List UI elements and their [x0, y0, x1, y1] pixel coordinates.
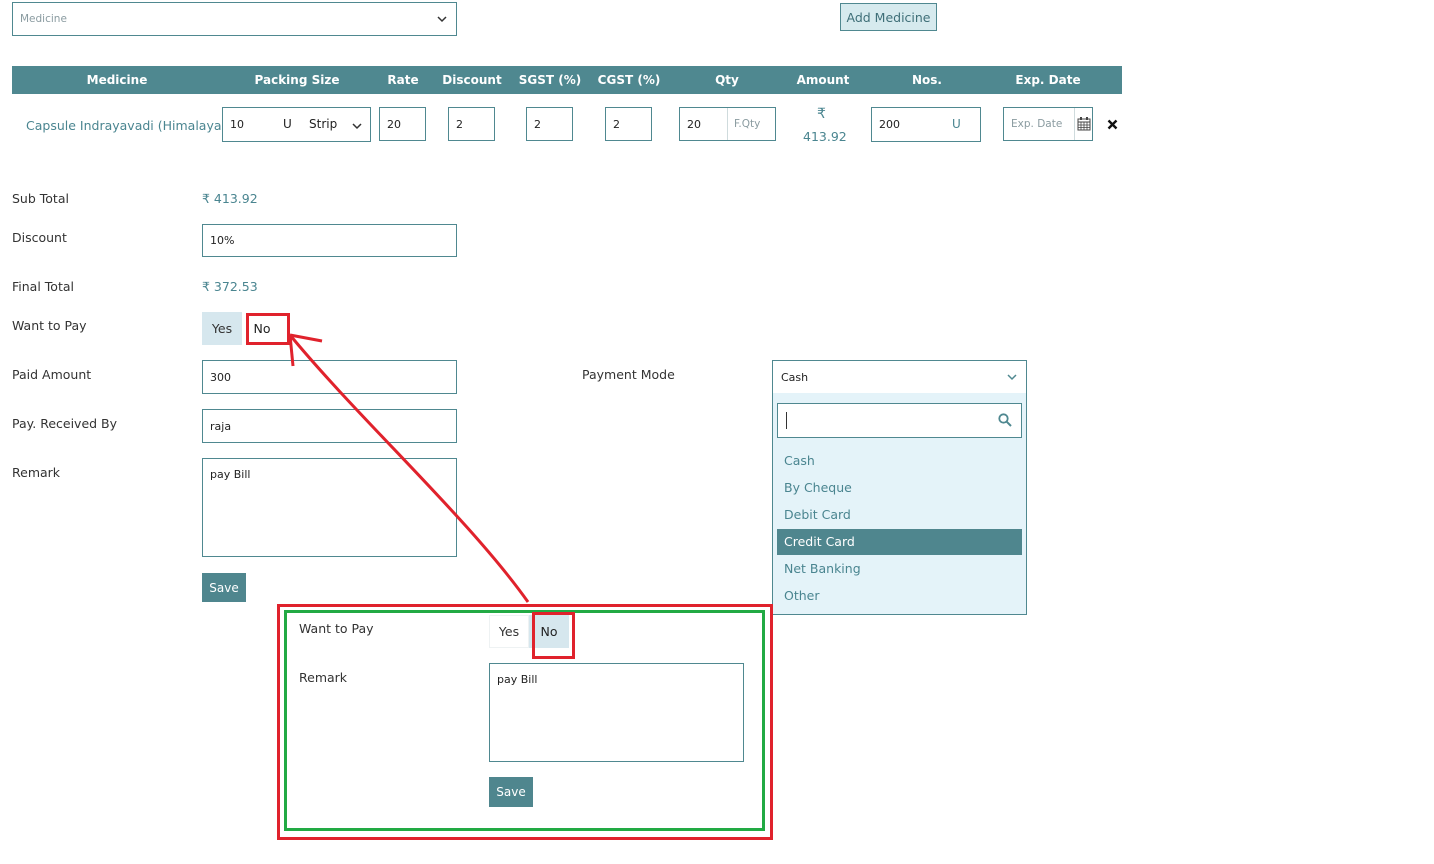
payment-option-credit-card[interactable]: Credit Card: [777, 529, 1022, 555]
qty-input[interactable]: 20 F.Qty: [679, 107, 776, 141]
sgst-input[interactable]: 2: [526, 107, 573, 141]
annotation-no-highlight: [246, 313, 290, 345]
inset-remark-textarea[interactable]: pay Bill: [489, 663, 744, 762]
exp-date-divider: [1074, 108, 1075, 140]
received-by-input[interactable]: raja: [202, 409, 457, 443]
header-qty: Qty: [715, 73, 739, 87]
dropdown-search-input[interactable]: [777, 403, 1022, 438]
add-medicine-button[interactable]: Add Medicine: [840, 3, 937, 31]
payment-option-cheque[interactable]: By Cheque: [777, 475, 1022, 501]
packing-value: 10: [230, 118, 244, 131]
payment-mode-dropdown: Cash By Cheque Debit Card Credit Card Ne…: [773, 393, 1026, 614]
header-medicine: Medicine: [86, 73, 148, 87]
calendar-icon[interactable]: [1077, 117, 1091, 131]
remove-row-icon[interactable]: [1107, 119, 1118, 130]
remark-label: Remark: [12, 465, 61, 480]
paid-amount-label: Paid Amount: [12, 367, 92, 382]
discount-label: Discount: [12, 230, 67, 245]
free-qty-input[interactable]: F.Qty: [734, 118, 760, 130]
text-cursor: [786, 412, 787, 429]
packing-size-select[interactable]: 10 U Strip: [222, 107, 371, 142]
nos-unit: U: [952, 117, 961, 131]
exp-date-placeholder: Exp. Date: [1011, 118, 1063, 130]
header-amount: Amount: [796, 73, 850, 87]
header-exp-date: Exp. Date: [1015, 73, 1081, 87]
want-to-pay-label: Want to Pay: [12, 318, 87, 333]
header-rate: Rate: [387, 73, 419, 87]
inset-want-to-pay-label: Want to Pay: [299, 621, 374, 636]
payment-option-cash[interactable]: Cash: [777, 448, 1022, 474]
exp-date-input[interactable]: Exp. Date: [1003, 107, 1093, 141]
save-button[interactable]: Save: [202, 573, 246, 602]
header-packing-size: Packing Size: [254, 73, 340, 87]
payment-option-net-banking[interactable]: Net Banking: [777, 556, 1022, 582]
medicine-table-header: Medicine Packing Size Rate Discount SGST…: [12, 66, 1122, 94]
inset-save-button[interactable]: Save: [489, 777, 533, 807]
medicine-select-placeholder: Medicine: [20, 13, 67, 25]
sub-total-label: Sub Total: [12, 191, 69, 206]
row-medicine-name: Capsule Indrayavadi (Himalaya): [26, 118, 227, 133]
chevron-down-icon: [352, 123, 362, 130]
payment-mode-label: Payment Mode: [582, 367, 675, 382]
header-sgst: SGST (%): [518, 73, 582, 87]
payment-mode-select[interactable]: Cash Cash By Cheque Debit Card Credit Ca…: [772, 360, 1027, 615]
paid-amount-input[interactable]: 300: [202, 360, 457, 394]
want-to-pay-yes-button[interactable]: Yes: [202, 312, 242, 345]
amount-currency: ₹: [817, 106, 826, 122]
discount-input[interactable]: 2: [448, 107, 495, 141]
remark-textarea[interactable]: pay Bill: [202, 458, 457, 557]
annotation-inset-no-highlight: [532, 612, 575, 659]
inset-remark-label: Remark: [299, 670, 348, 685]
payment-mode-selected: Cash: [781, 371, 809, 384]
rate-input[interactable]: 20: [379, 107, 426, 141]
payment-option-other[interactable]: Other: [777, 583, 1022, 609]
header-nos: Nos.: [912, 73, 942, 87]
header-cgst: CGST (%): [597, 73, 661, 87]
header-discount: Discount: [442, 73, 502, 87]
qty-value: 20: [687, 118, 701, 131]
cgst-input[interactable]: 2: [605, 107, 652, 141]
medicine-select[interactable]: Medicine: [12, 2, 457, 36]
nos-value: 200: [879, 118, 900, 131]
amount-value: 413.92: [803, 129, 847, 144]
nos-input[interactable]: 200 U: [871, 107, 981, 142]
received-by-label: Pay. Received By: [12, 416, 118, 431]
sub-total-value: ₹ 413.92: [202, 191, 258, 206]
inset-yes-button[interactable]: Yes: [489, 615, 529, 648]
chevron-down-icon: [437, 16, 447, 23]
payment-option-debit-card[interactable]: Debit Card: [777, 502, 1022, 528]
qty-divider: [727, 108, 728, 140]
packing-type: Strip: [309, 117, 338, 131]
chevron-down-icon: [1007, 374, 1017, 381]
search-icon: [998, 413, 1012, 427]
final-total-label: Final Total: [12, 279, 74, 294]
packing-unit: U: [283, 117, 292, 131]
final-total-value: ₹ 372.53: [202, 279, 258, 294]
overall-discount-input[interactable]: 10%: [202, 224, 457, 257]
